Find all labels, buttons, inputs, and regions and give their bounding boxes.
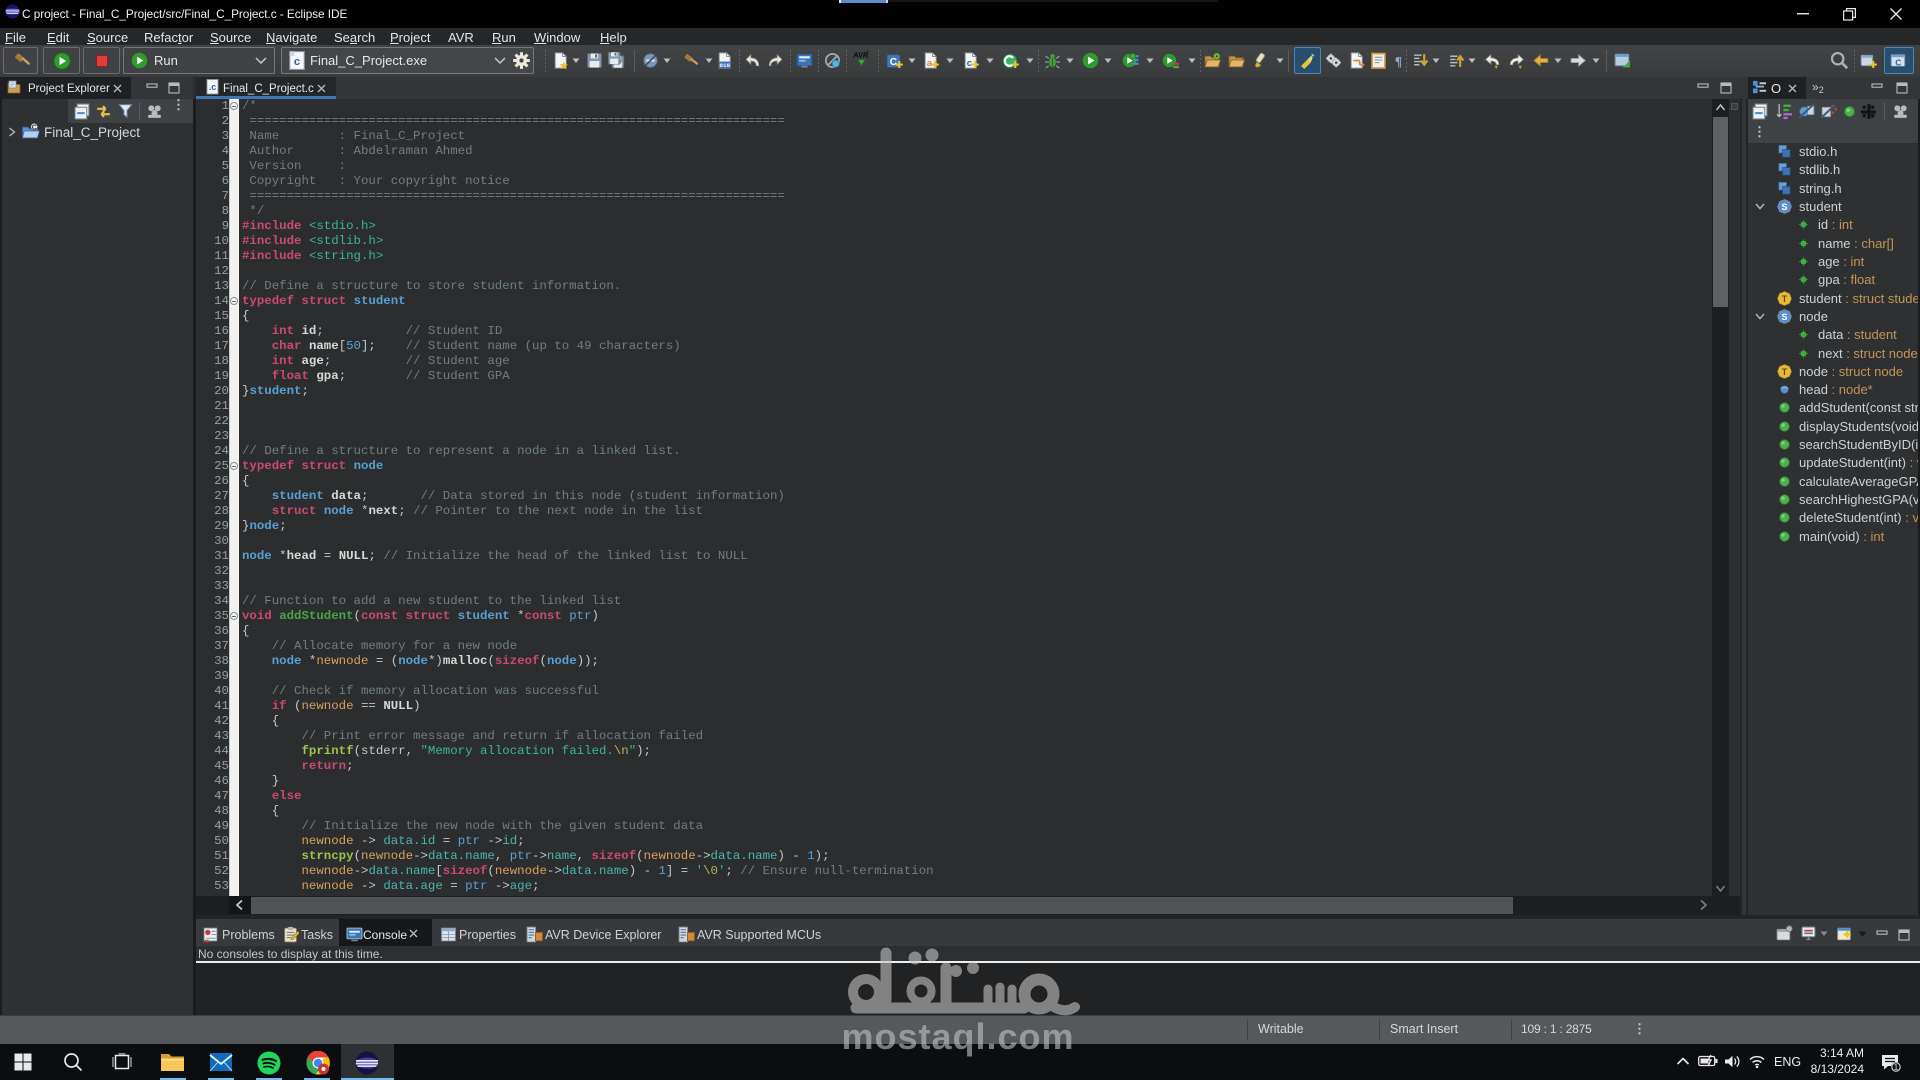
svg-text:mostaql.com: mostaql.com: [841, 1016, 1074, 1057]
